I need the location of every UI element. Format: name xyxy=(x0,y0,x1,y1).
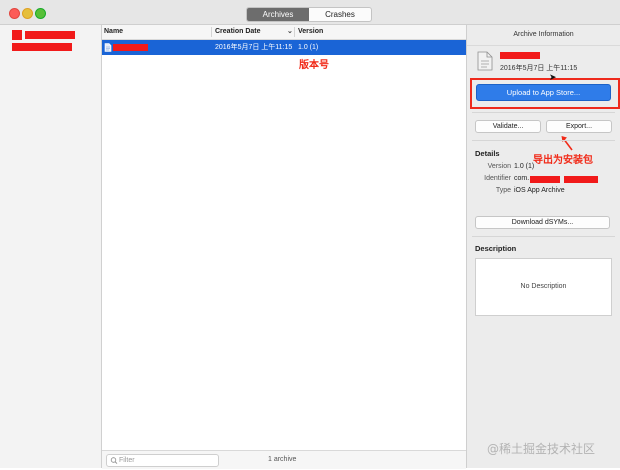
download-dsyms-button[interactable]: Download dSYMs... xyxy=(475,216,610,229)
description-placeholder: No Description xyxy=(520,283,567,290)
sidebar-item-app[interactable] xyxy=(0,25,101,57)
table-header: Name Creation Date ⌄ Version xyxy=(102,25,466,40)
archive-count: 1 archive xyxy=(268,456,297,463)
redacted-app-icon xyxy=(12,30,22,40)
redacted-app-subtitle xyxy=(12,43,72,51)
table-row[interactable]: 2016年5月7日 上午11:15 1.0 (1) xyxy=(102,40,466,55)
app-list-sidebar xyxy=(0,25,102,468)
divider xyxy=(472,140,615,141)
type-value: iOS App Archive xyxy=(514,187,565,194)
version-annotation: 版本号 xyxy=(299,60,329,71)
description-heading: Description xyxy=(475,244,517,253)
list-footer: Filter 1 archive xyxy=(102,450,466,469)
tab-archives[interactable]: Archives xyxy=(247,8,309,21)
divider xyxy=(472,112,615,113)
minimize-window-button[interactable] xyxy=(22,8,33,19)
close-window-button[interactable] xyxy=(9,8,20,19)
export-button[interactable]: Export... xyxy=(546,120,612,133)
archive-date: 2016年5月7日 上午11:15 xyxy=(500,65,578,72)
version-cell: 1.0 (1) xyxy=(298,44,319,51)
upload-highlight-box: Upload to App Store... xyxy=(470,78,620,109)
titlebar: Archives Crashes xyxy=(0,0,620,25)
type-label: Type xyxy=(495,187,511,194)
filter-field[interactable]: Filter xyxy=(106,454,219,467)
redacted-identifier xyxy=(564,176,598,183)
watermark: @稀土掘金技术社区 xyxy=(487,442,596,456)
description-field[interactable]: No Description xyxy=(475,258,612,316)
archive-file-icon xyxy=(104,43,112,58)
tab-crashes[interactable]: Crashes xyxy=(309,8,371,21)
cursor-arrow-icon: ➤ xyxy=(549,72,557,82)
upload-to-app-store-button[interactable]: Upload to App Store... xyxy=(476,84,611,101)
details-heading: Details xyxy=(475,149,500,158)
column-divider xyxy=(294,27,295,37)
column-header-creation-date[interactable]: Creation Date xyxy=(215,25,261,39)
archive-summary: 2016年5月7日 上午11:15 xyxy=(467,46,620,82)
redacted-archive-name xyxy=(113,44,148,51)
redacted-identifier xyxy=(530,176,560,183)
divider xyxy=(472,236,615,237)
redacted-app-name xyxy=(25,31,75,39)
inspector-title: Archive Information xyxy=(467,25,620,46)
organizer-window: Archives Crashes Name Creation Date ⌄ Ve… xyxy=(0,0,620,469)
archive-inspector: Archive Information 2016年5月7日 上午11:15 Up… xyxy=(467,25,620,468)
filter-placeholder: Filter xyxy=(119,457,135,464)
identifier-label: Identifier xyxy=(484,175,511,182)
details-list: Version 1.0 (1) Identifier com. Type iOS… xyxy=(467,163,620,203)
column-header-name[interactable]: Name xyxy=(104,25,123,39)
creation-date-cell: 2016年5月7日 上午11:15 xyxy=(215,44,293,51)
zoom-window-button[interactable] xyxy=(35,8,46,19)
archives-crashes-segmented-control: Archives Crashes xyxy=(246,7,372,22)
column-divider xyxy=(211,27,212,37)
archive-list: Name Creation Date ⌄ Version 2016年5月7日 上… xyxy=(102,25,467,469)
version-label: Version xyxy=(487,163,511,170)
sort-chevron-down-icon: ⌄ xyxy=(287,28,293,35)
validate-button[interactable]: Validate... xyxy=(475,120,541,133)
archive-file-icon xyxy=(477,51,493,73)
identifier-value: com. xyxy=(514,175,530,182)
version-value: 1.0 (1) xyxy=(514,163,535,170)
redacted-archive-name xyxy=(500,52,540,59)
column-header-version[interactable]: Version xyxy=(298,25,323,39)
